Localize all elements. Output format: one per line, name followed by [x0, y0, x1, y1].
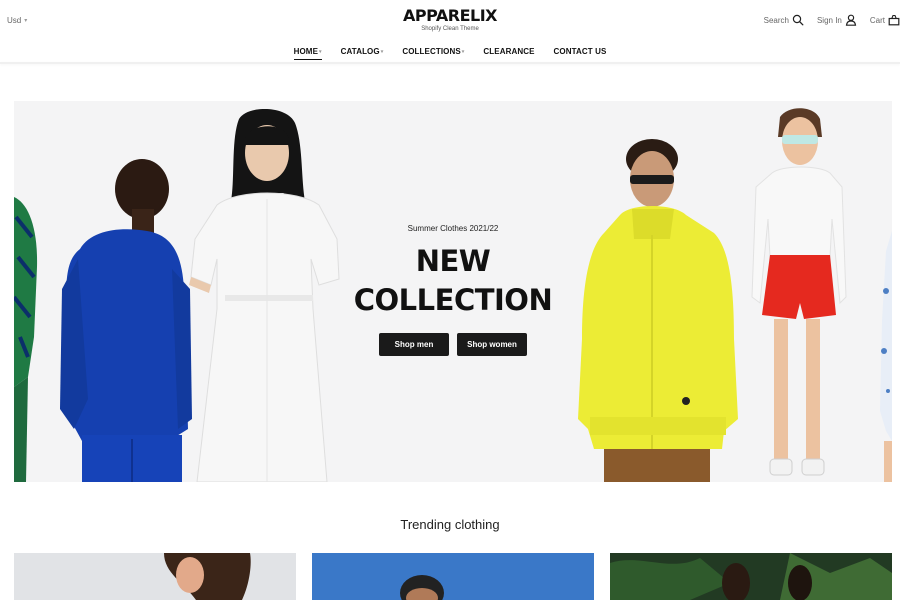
hero-banner: Summer Clothes 2021/22 NEW COLLECTION Sh… — [14, 101, 892, 482]
trending-card-3[interactable] — [610, 553, 892, 600]
cart-label: Cart — [869, 15, 885, 25]
hero-title-line-1: NEW — [415, 244, 491, 278]
nav-item-collections[interactable]: COLLECTIONS ▾ — [402, 47, 464, 60]
trending-card-image — [14, 553, 296, 600]
header-divider — [0, 62, 900, 64]
nav-item-clearance[interactable]: CLEARANCE — [483, 47, 534, 60]
search-icon — [792, 14, 804, 26]
header: Usd ▾ APPARELIX Shopify Clean Theme Sear… — [0, 0, 900, 42]
logo-tagline: Shopify Clean Theme — [421, 26, 479, 32]
chevron-down-icon: ▾ — [461, 49, 465, 55]
nav-item-contact-us[interactable]: CONTACT US — [554, 47, 607, 60]
signin-button[interactable]: Sign In — [817, 14, 857, 26]
trending-title: Trending clothing — [400, 517, 500, 532]
shop-women-button[interactable]: Shop women — [457, 333, 527, 356]
main-nav: HOME ▾ CATALOG ▾ COLLECTIONS ▾ CLEARANCE… — [0, 47, 900, 60]
trending-card-image — [312, 553, 594, 600]
search-button[interactable]: Search — [764, 14, 804, 26]
nav-item-catalog[interactable]: CATALOG ▾ — [341, 47, 384, 60]
nav-item-label: COLLECTIONS — [402, 47, 461, 56]
cart-button[interactable]: Cart — [870, 14, 900, 26]
hero-buttons: Shop men Shop women — [14, 333, 892, 356]
trending-card-image — [610, 553, 892, 600]
nav-item-label: CLEARANCE — [483, 47, 535, 56]
chevron-down-icon: ▾ — [319, 49, 322, 55]
trending-card-1[interactable] — [14, 553, 296, 600]
user-icon — [845, 14, 857, 26]
nav-item-label: HOME — [293, 47, 319, 56]
search-label: Search — [763, 15, 789, 25]
hero-title: NEW COLLECTION — [14, 242, 892, 320]
hero-title-line-2: COLLECTION — [353, 283, 553, 317]
shop-men-button[interactable]: Shop men — [379, 333, 449, 356]
nav-item-label: CONTACT US — [553, 47, 607, 56]
signin-label: Sign In — [816, 15, 842, 25]
hero-subtitle: Summer Clothes 2021/22 — [407, 224, 499, 233]
chevron-down-icon: ▾ — [380, 49, 384, 55]
trending-card-2[interactable] — [312, 553, 594, 600]
header-tools: Search Sign In Cart — [751, 14, 900, 26]
cart-icon — [888, 14, 900, 26]
nav-item-home[interactable]: HOME ▾ — [293, 47, 322, 60]
nav-item-label: CATALOG — [340, 47, 380, 56]
hero-content: Summer Clothes 2021/22 NEW COLLECTION Sh… — [14, 224, 892, 356]
